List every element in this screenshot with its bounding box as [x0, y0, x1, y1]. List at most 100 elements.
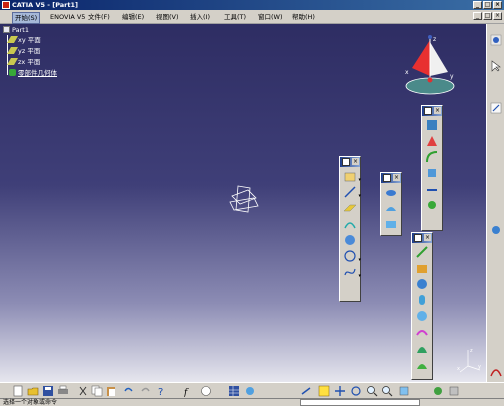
constraint-icon[interactable]	[490, 224, 502, 236]
menu-insert[interactable]: 插入(I)	[188, 12, 212, 22]
line-tool[interactable]: ▾	[343, 185, 361, 199]
pan-icon[interactable]	[334, 385, 346, 397]
menu-start[interactable]: 开始(S)	[12, 12, 41, 24]
revolve-surface-tool[interactable]	[384, 201, 398, 215]
groove-tool[interactable]	[415, 293, 429, 307]
doc-close-button[interactable]: ×	[493, 12, 502, 20]
zoom-in-icon[interactable]	[366, 385, 378, 397]
split-tool[interactable]	[425, 134, 439, 148]
extrapolate-tool[interactable]	[425, 182, 439, 196]
tree-item-zx-plane[interactable]: zx 平面	[6, 58, 40, 67]
document-controls: _ □ ×	[473, 12, 502, 20]
rotate-icon[interactable]	[350, 385, 362, 397]
menu-file[interactable]: 文件(F)	[86, 12, 112, 22]
intersection-tool[interactable]	[343, 233, 357, 247]
shading-icon[interactable]	[432, 385, 444, 397]
window-controls: _ □ ×	[473, 1, 502, 9]
status-text: 选择一个对象或命令	[3, 399, 58, 406]
circle-tool[interactable]: ▾	[343, 249, 361, 263]
print-icon[interactable]	[57, 385, 69, 397]
table-icon[interactable]	[228, 385, 240, 397]
toolbar-close-button[interactable]: ×	[393, 174, 400, 181]
zoom-out-icon[interactable]	[381, 385, 393, 397]
tree-root-part1[interactable]: Part1	[3, 26, 29, 35]
menu-window[interactable]: 窗口(W)	[256, 12, 285, 22]
right-toolbar	[486, 24, 504, 382]
formula-icon[interactable]: f	[184, 385, 196, 397]
extrude-surface-tool[interactable]	[384, 185, 398, 199]
menu-view[interactable]: 视图(V)	[154, 12, 181, 22]
knowledge-icon[interactable]	[200, 385, 212, 397]
part-design-toolbar: ×	[411, 232, 433, 380]
sketcher-icon[interactable]	[490, 102, 502, 114]
operations-toolbar: ×	[421, 105, 443, 231]
sketch-tool[interactable]: ▾	[343, 169, 361, 183]
menu-help[interactable]: 帮助(H)	[290, 12, 317, 22]
redo-icon[interactable]	[140, 385, 152, 397]
toolbar-title: ×	[381, 173, 401, 183]
hide-show-icon[interactable]	[448, 385, 460, 397]
menu-tools[interactable]: 工具(T)	[222, 12, 248, 22]
tree-item-xy-plane[interactable]: xy 平面	[6, 36, 41, 45]
doc-restore-button[interactable]: □	[483, 12, 492, 20]
loft-tool[interactable]	[415, 357, 429, 371]
compass-y-label: y	[450, 73, 454, 80]
open-folder-icon[interactable]	[27, 385, 39, 397]
projection-tool[interactable]	[343, 217, 357, 231]
toolbar-title: ×	[412, 233, 432, 243]
maximize-button[interactable]: □	[483, 1, 492, 9]
catia-app-icon[interactable]	[2, 1, 10, 9]
origin-planes-glyph[interactable]	[228, 184, 260, 216]
profile-toolbar: × ▾ ▾ ▾ ▾	[339, 156, 361, 302]
workbench-icon[interactable]	[490, 34, 502, 46]
minimize-button[interactable]: _	[473, 1, 482, 9]
shaft-tool[interactable]	[415, 277, 429, 291]
slot-tool[interactable]	[415, 341, 429, 355]
fit-all-icon[interactable]	[318, 385, 330, 397]
fly-mode-icon[interactable]	[300, 385, 312, 397]
help-icon[interactable]: ?	[156, 385, 168, 397]
normal-view-icon[interactable]	[398, 385, 410, 397]
boundary-tool[interactable]	[425, 198, 439, 212]
translate-tool[interactable]	[425, 166, 439, 180]
toolbar-grip[interactable]	[383, 174, 391, 182]
cut-icon[interactable]	[77, 385, 89, 397]
title-bar: CATIA V5 - [Part1] _ □ ×	[0, 0, 504, 10]
join-tool[interactable]	[425, 118, 439, 132]
toolbar-close-button[interactable]: ×	[424, 234, 431, 241]
plane-icon	[6, 58, 19, 65]
toolbar-close-button[interactable]: ×	[434, 107, 441, 114]
tree-item-yz-plane[interactable]: yz 平面	[6, 47, 40, 56]
plane-icon	[6, 36, 19, 43]
undo-icon[interactable]	[122, 385, 134, 397]
copy-icon[interactable]	[91, 385, 103, 397]
pocket-tool[interactable]	[415, 261, 429, 275]
select-arrow-icon[interactable]	[490, 60, 502, 72]
rib-tool[interactable]	[415, 325, 429, 339]
menu-enovia[interactable]: ENOVIA V5	[48, 12, 87, 22]
catalog-icon[interactable]	[244, 385, 256, 397]
new-file-icon[interactable]	[12, 385, 24, 397]
menu-edit[interactable]: 编辑(E)	[120, 12, 146, 22]
3d-viewport[interactable]: Part1 xy 平面 yz 平面 zx 平面 零部件几何体 x y z z y…	[0, 24, 486, 382]
bottom-toolbar: ? f	[0, 382, 504, 398]
command-input[interactable]	[300, 399, 420, 406]
paste-icon[interactable]	[105, 385, 117, 397]
compass-widget[interactable]: x y z	[400, 34, 460, 100]
window-title: CATIA V5 - [Part1]	[12, 1, 78, 9]
fillet-tool[interactable]	[425, 150, 439, 164]
toolbar-close-button[interactable]: ×	[352, 158, 359, 165]
sweep-surface-tool[interactable]	[384, 217, 398, 231]
close-button[interactable]: ×	[493, 1, 502, 9]
toolbar-grip[interactable]	[424, 107, 432, 115]
plane-icon	[6, 47, 19, 54]
hole-tool[interactable]	[415, 309, 429, 323]
plane-tool[interactable]	[343, 201, 357, 215]
toolbar-grip[interactable]	[342, 158, 350, 166]
toolbar-grip[interactable]	[414, 234, 422, 242]
doc-minimize-button[interactable]: _	[473, 12, 482, 20]
pad-tool[interactable]	[415, 245, 429, 259]
spline-tool[interactable]: ▾	[343, 265, 361, 279]
tree-item-part-body[interactable]: 零部件几何体	[9, 69, 57, 78]
save-icon[interactable]	[42, 385, 54, 397]
